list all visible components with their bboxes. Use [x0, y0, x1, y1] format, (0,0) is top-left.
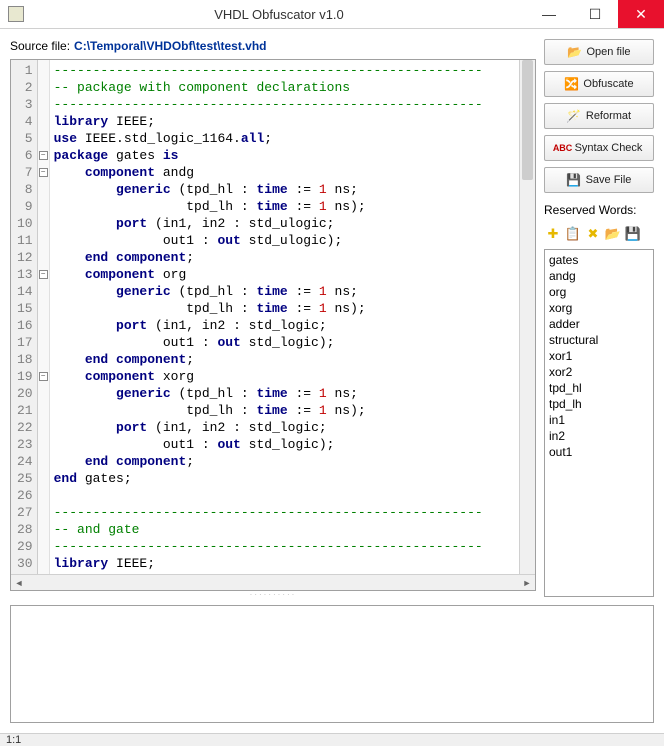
horizontal-scrollbar[interactable]: ◄ ► [11, 574, 535, 590]
code-editor[interactable]: 1234567891011121314151617181920212223242… [10, 59, 536, 591]
reserved-word-item[interactable]: in1 [549, 412, 649, 428]
open-file-label: Open file [586, 46, 630, 58]
splitter-grip[interactable]: ·········· [10, 591, 536, 597]
code-area[interactable]: ----------------------------------------… [50, 60, 519, 574]
reserved-word-item[interactable]: in2 [549, 428, 649, 444]
syntax-label: Syntax Check [575, 142, 643, 154]
fold-column[interactable]: −− − − [38, 60, 50, 574]
reformat-label: Reformat [586, 110, 631, 122]
folder-open-icon: 📂 [567, 45, 581, 59]
reserved-word-item[interactable]: adder [549, 316, 649, 332]
obfuscate-label: Obfuscate [583, 78, 633, 90]
reformat-button[interactable]: 🪄 Reformat [544, 103, 654, 129]
close-button[interactable]: ✕ [618, 0, 664, 28]
cursor-position: 1:1 [6, 734, 21, 746]
reserved-words-list[interactable]: gatesandgorgxorgadderstructuralxor1xor2t… [544, 249, 654, 597]
app-icon [8, 6, 24, 22]
reserved-word-item[interactable]: org [549, 284, 649, 300]
minimize-button[interactable]: — [526, 0, 572, 28]
source-label: Source file: [10, 39, 70, 53]
reserved-word-item[interactable]: xor1 [549, 348, 649, 364]
obfuscate-icon: 🔀 [564, 77, 578, 91]
status-bar: 1:1 [0, 733, 664, 746]
source-file-row: Source file: C:\Temporal\VHDObf\test\tes… [10, 39, 536, 53]
save-icon: 💾 [567, 173, 581, 187]
obfuscate-button[interactable]: 🔀 Obfuscate [544, 71, 654, 97]
syntax-check-button[interactable]: ABC Syntax Check [544, 135, 654, 161]
reserved-words-label: Reserved Words: [544, 203, 654, 217]
source-path: C:\Temporal\VHDObf\test\test.vhd [74, 39, 266, 53]
reserved-word-item[interactable]: out1 [549, 444, 649, 460]
save-file-button[interactable]: 💾 Save File [544, 167, 654, 193]
reserved-word-item[interactable]: xorg [549, 300, 649, 316]
wand-icon: 🪄 [567, 109, 581, 123]
save-label: Save File [586, 174, 632, 186]
save-list-icon[interactable]: 💾 [624, 225, 642, 243]
maximize-button[interactable]: ☐ [572, 0, 618, 28]
reserved-word-item[interactable]: tpd_hl [549, 380, 649, 396]
paste-word-icon[interactable]: 📋 [564, 225, 582, 243]
window-title: VHDL Obfuscator v1.0 [32, 7, 526, 22]
vertical-scrollbar[interactable] [519, 60, 535, 574]
reserved-word-item[interactable]: xor2 [549, 364, 649, 380]
reserved-word-item[interactable]: structural [549, 332, 649, 348]
scroll-right-icon[interactable]: ► [519, 575, 535, 590]
reserved-word-item[interactable]: gates [549, 252, 649, 268]
reserved-toolbar: ✚ 📋 ✖ 📂 💾 [544, 225, 654, 243]
check-icon: ABC [556, 141, 570, 155]
output-panel[interactable] [10, 605, 654, 723]
line-gutter: 1234567891011121314151617181920212223242… [11, 60, 38, 574]
remove-word-icon[interactable]: ✖ [584, 225, 602, 243]
add-word-icon[interactable]: ✚ [544, 225, 562, 243]
titlebar: VHDL Obfuscator v1.0 — ☐ ✕ [0, 0, 664, 29]
reserved-word-item[interactable]: tpd_lh [549, 396, 649, 412]
scroll-left-icon[interactable]: ◄ [11, 575, 27, 590]
open-file-button[interactable]: 📂 Open file [544, 39, 654, 65]
open-list-icon[interactable]: 📂 [604, 225, 622, 243]
reserved-word-item[interactable]: andg [549, 268, 649, 284]
